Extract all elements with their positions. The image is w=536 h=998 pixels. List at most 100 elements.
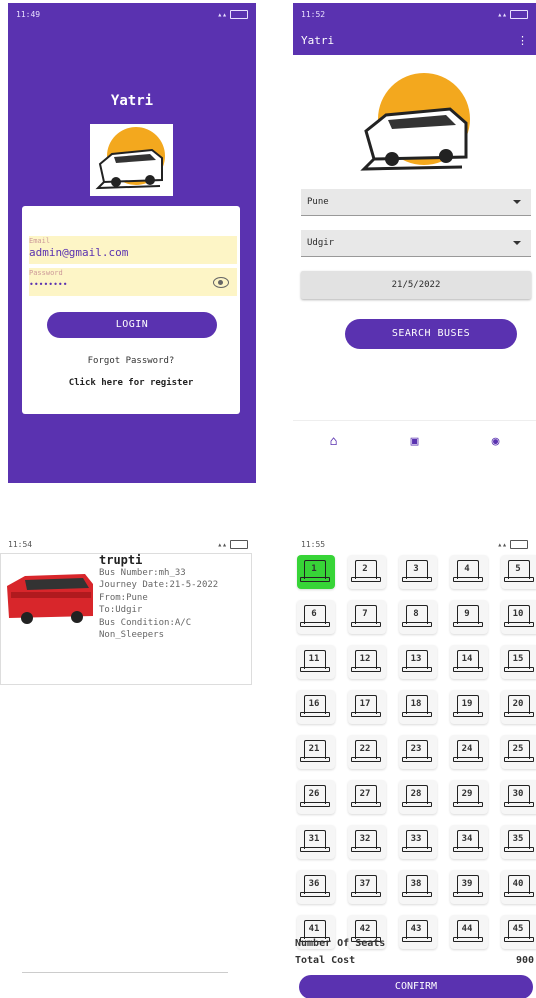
seat-number: 24 (461, 744, 473, 754)
seat-button[interactable]: 11 (297, 645, 335, 679)
seat-number: 30 (512, 789, 524, 799)
seat-button[interactable]: 32 (348, 825, 386, 859)
date-picker-button[interactable]: 21/5/2022 (301, 271, 531, 299)
search-buses-button[interactable]: SEARCH BUSES (345, 319, 517, 349)
seat-base (504, 667, 534, 672)
seat-button[interactable]: 24 (450, 735, 488, 769)
seat-button[interactable]: 17 (348, 690, 386, 724)
seat-button[interactable]: 8 (399, 600, 437, 634)
seat-button[interactable]: 12 (348, 645, 386, 679)
seat-button[interactable]: 18 (399, 690, 437, 724)
seat-button[interactable]: 7 (348, 600, 386, 634)
seat-button[interactable]: 40 (501, 870, 536, 904)
seat-button[interactable]: 28 (399, 780, 437, 814)
status-bar: 11:49 ▴▴ (8, 3, 256, 25)
bus-list-screen: 11:54 ▴▴ trupti Bus Number:mh_33 Journey… (0, 533, 256, 973)
app-logo (90, 124, 173, 196)
seat-base (453, 847, 483, 852)
operator-name: trupti (99, 553, 143, 567)
seat-button[interactable]: 5 (501, 555, 536, 589)
confirm-button[interactable]: CONFIRM (299, 975, 533, 998)
seat-base (504, 847, 534, 852)
overflow-menu-icon[interactable]: ⋮ (517, 34, 528, 47)
app-title: Yatri (301, 33, 335, 47)
forgot-password-link[interactable]: Forgot Password? (22, 356, 240, 366)
seat-base (402, 712, 432, 717)
seat-button[interactable]: 44 (450, 915, 488, 949)
seat-number: 11 (308, 654, 320, 664)
seat-button[interactable]: 6 (297, 600, 335, 634)
account-icon[interactable]: ◉ (476, 434, 516, 449)
seat-number: 19 (461, 699, 473, 709)
seat-button[interactable]: 13 (399, 645, 437, 679)
seat-button[interactable]: 27 (348, 780, 386, 814)
home-icon[interactable]: ⌂ (314, 434, 354, 449)
seat-button[interactable]: 15 (501, 645, 536, 679)
login-card: Email admin@gmail.com Password •••••••• … (22, 206, 240, 414)
from-value: Pune (307, 197, 329, 207)
email-field[interactable]: Email admin@gmail.com (29, 236, 237, 264)
seat-button[interactable]: 23 (399, 735, 437, 769)
seat-button[interactable]: 35 (501, 825, 536, 859)
seat-button[interactable]: 26 (297, 780, 335, 814)
seat-button[interactable]: 36 (297, 870, 335, 904)
seat-button[interactable]: 3 (399, 555, 437, 589)
battery-icon: ▴▴ (497, 539, 528, 549)
status-bar: 11:52 ▴▴ (293, 3, 536, 25)
seat-button[interactable]: 10 (501, 600, 536, 634)
seat-base (351, 847, 381, 852)
seat-button[interactable]: 29 (450, 780, 488, 814)
seat-base (402, 757, 432, 762)
seat-base (300, 667, 330, 672)
seat-button[interactable]: 14 (450, 645, 488, 679)
battery-icon: ▴▴ (217, 539, 248, 549)
seat-number: 21 (308, 744, 320, 754)
seat-button[interactable]: 39 (450, 870, 488, 904)
seat-number: 3 (413, 564, 419, 574)
login-button[interactable]: LOGIN (47, 312, 217, 338)
status-time: 11:54 (8, 539, 33, 549)
seat-number: 10 (512, 609, 524, 619)
seat-button[interactable]: 22 (348, 735, 386, 769)
seat-number: 40 (512, 879, 524, 889)
seat-base (351, 577, 381, 582)
seat-button[interactable]: 16 (297, 690, 335, 724)
seat-button[interactable]: 20 (501, 690, 536, 724)
bus-type: Non_Sleepers (99, 630, 165, 640)
seat-button[interactable]: 43 (399, 915, 437, 949)
register-link[interactable]: Click here for register (22, 378, 240, 388)
seat-button[interactable]: 37 (348, 870, 386, 904)
seat-number: 45 (512, 924, 524, 934)
password-label: Password (29, 269, 63, 277)
seat-button[interactable]: 21 (297, 735, 335, 769)
seat-button[interactable]: 4 (450, 555, 488, 589)
seat-number: 20 (512, 699, 524, 709)
journey-date: Journey Date:21-5-2022 (99, 580, 219, 590)
status-time: 11:55 (301, 539, 326, 549)
seat-button[interactable]: 30 (501, 780, 536, 814)
from-dropdown[interactable]: Pune (301, 189, 531, 216)
bus-icon[interactable]: ▣ (395, 434, 435, 449)
seat-button[interactable]: 45 (501, 915, 536, 949)
seat-button[interactable]: 33 (399, 825, 437, 859)
seat-base (402, 847, 432, 852)
seat-base (300, 847, 330, 852)
seat-button[interactable]: 31 (297, 825, 335, 859)
bus-list-item[interactable]: trupti Bus Number:mh_33 Journey Date:21-… (0, 553, 252, 685)
eye-icon[interactable] (213, 277, 229, 288)
number-of-seats-label: Number Of Seats (295, 938, 386, 949)
seat-button[interactable]: 1 (297, 555, 335, 589)
seat-button[interactable]: 2 (348, 555, 386, 589)
seat-number: 12 (359, 654, 371, 664)
seat-button[interactable]: 38 (399, 870, 437, 904)
password-field[interactable]: Password •••••••• (29, 268, 237, 296)
seat-button[interactable]: 19 (450, 690, 488, 724)
seat-button[interactable]: 9 (450, 600, 488, 634)
seat-button[interactable]: 25 (501, 735, 536, 769)
seat-number: 26 (308, 789, 320, 799)
bus-image (7, 574, 93, 624)
total-cost-label: Total Cost (295, 955, 356, 966)
to-dropdown[interactable]: Udgir (301, 230, 531, 257)
seat-base (402, 892, 432, 897)
seat-button[interactable]: 34 (450, 825, 488, 859)
